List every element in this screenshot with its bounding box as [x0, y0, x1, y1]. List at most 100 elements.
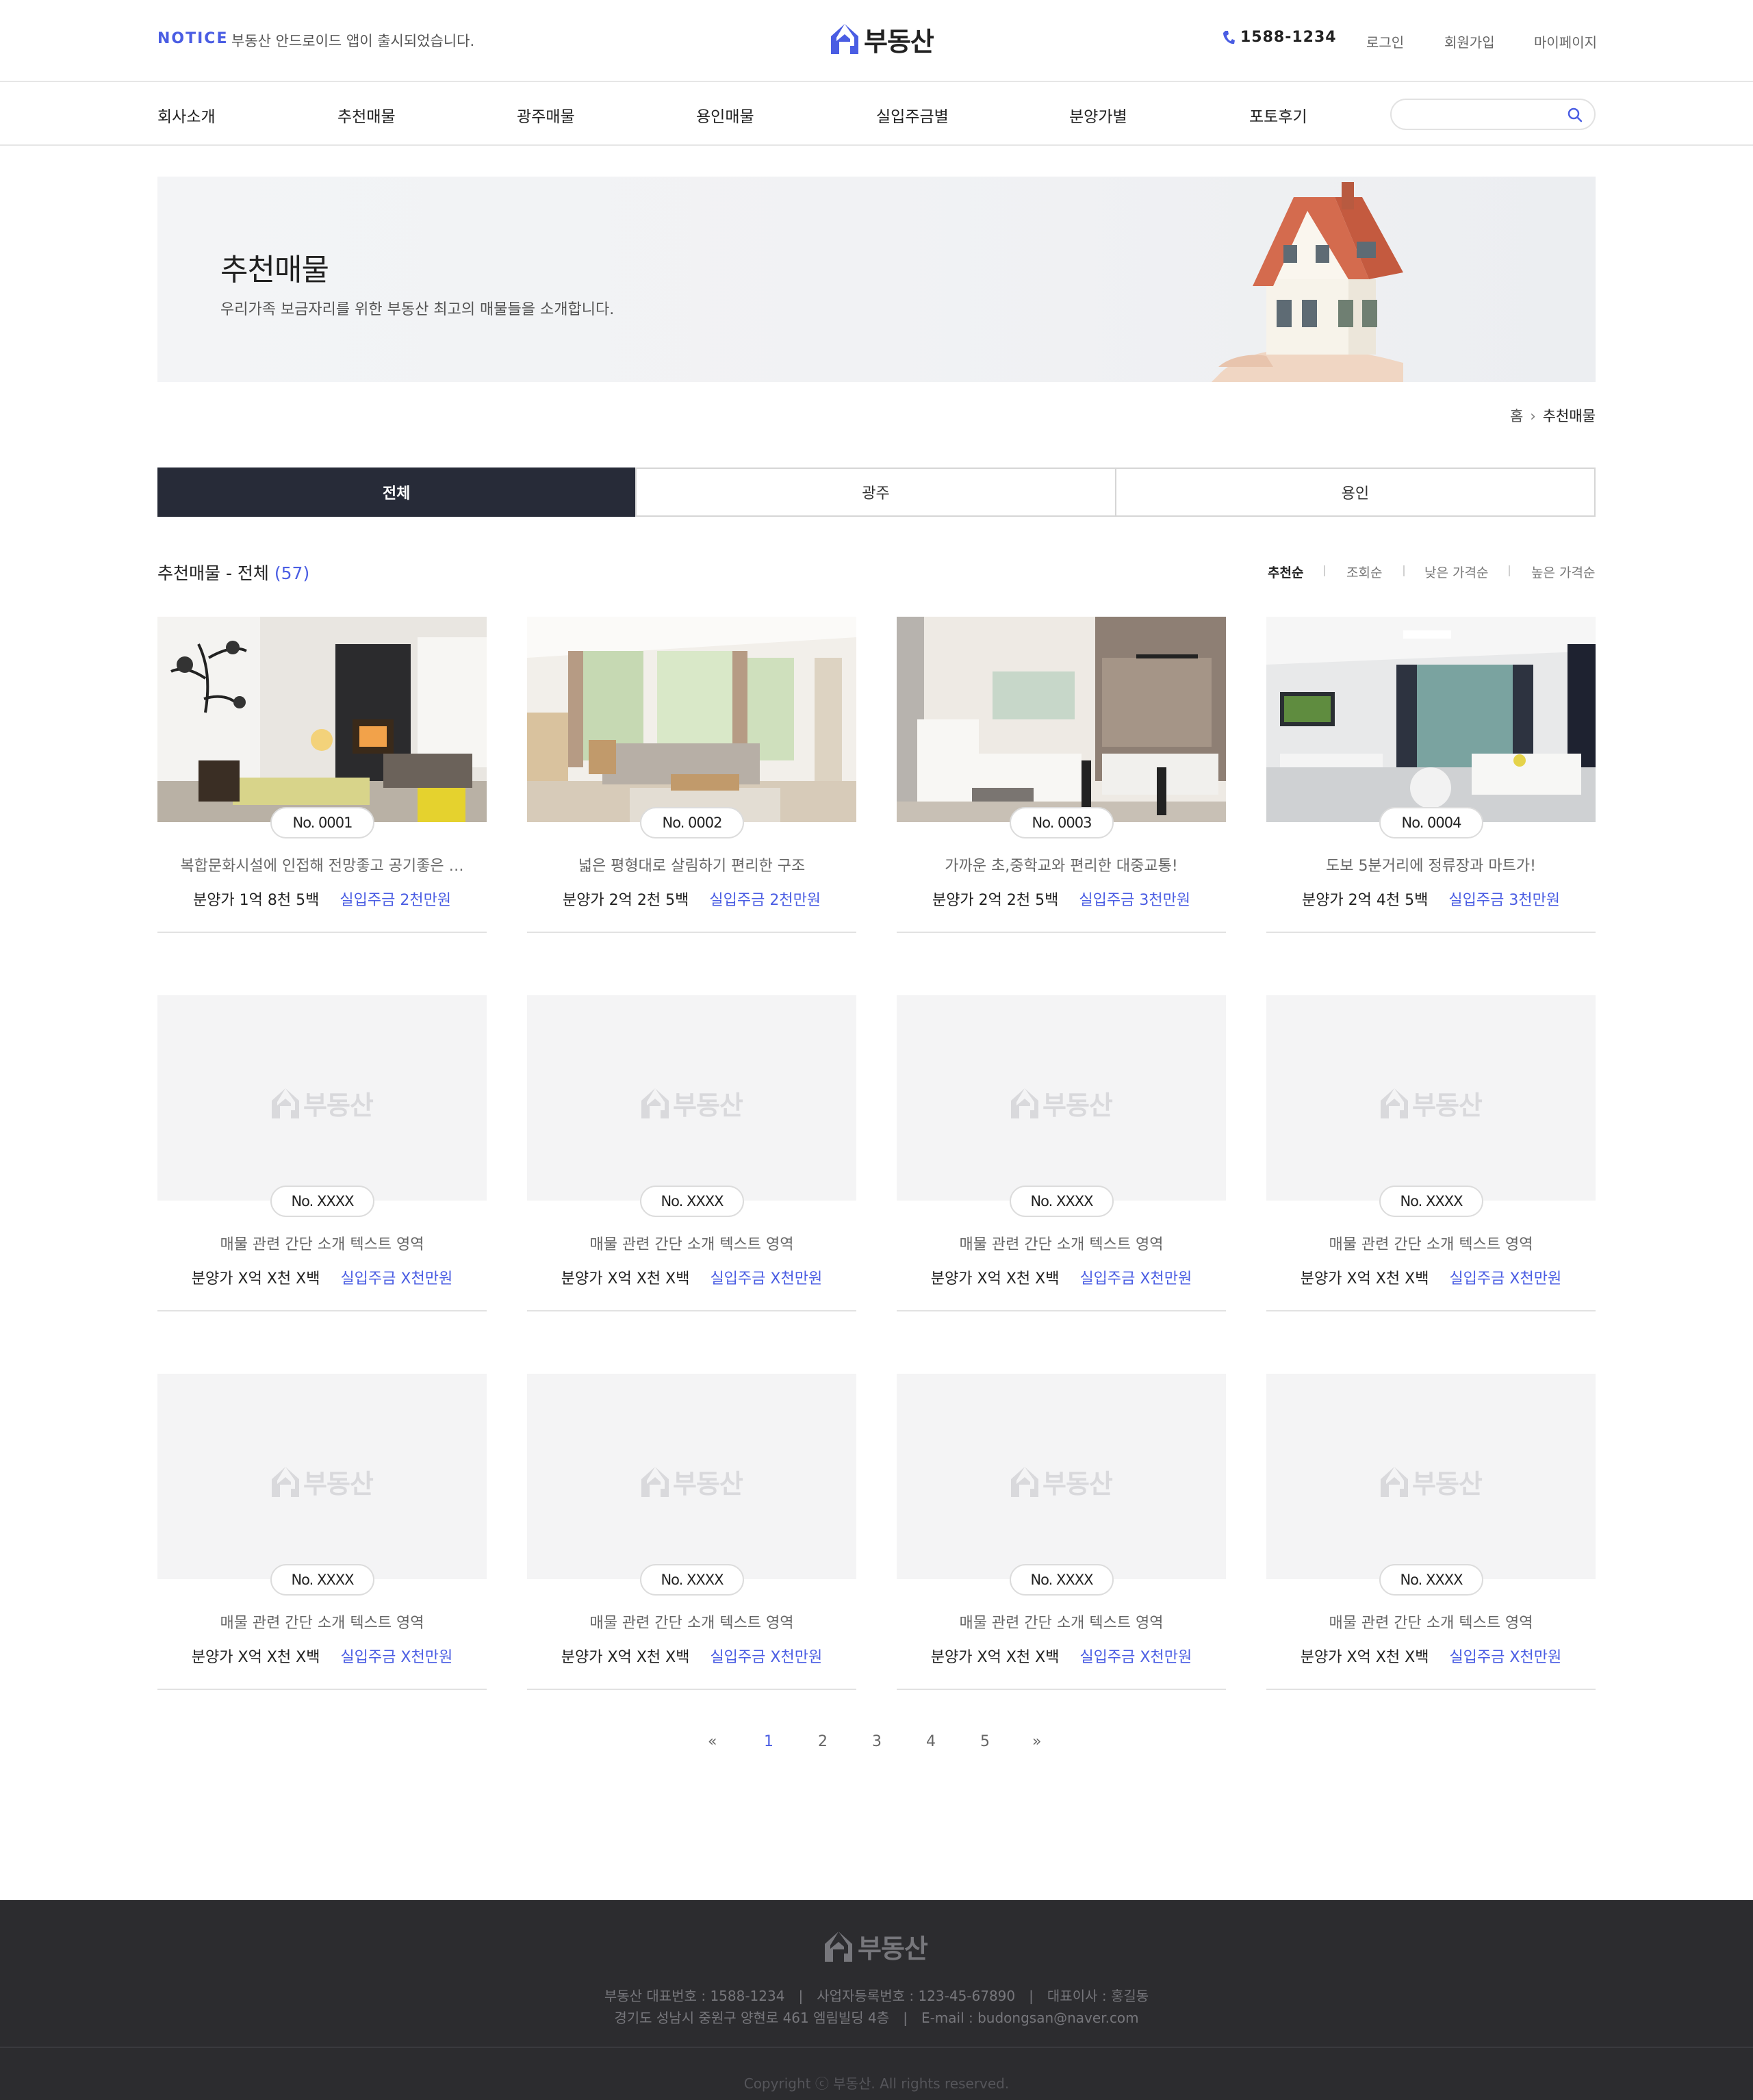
main-nav: 회사소개 추천매물 광주매물 용인매물 실입주금별 분양가별 포토후기 — [0, 83, 1753, 146]
property-number: No. 0004 — [1379, 807, 1483, 838]
nav-item-by-deposit[interactable]: 실입주금별 — [876, 103, 949, 127]
property-card[interactable]: 부동산 No. XXXX 매물 관련 간단 소개 텍스트 영역 분양가 X억 X… — [157, 1374, 487, 1690]
property-price: 분양가 2억 2천 5백 실입주금 2천만원 — [527, 888, 856, 910]
property-card[interactable]: 부동산 No. XXXX 매물 관련 간단 소개 텍스트 영역 분양가 X억 X… — [897, 1374, 1226, 1690]
move-in-deposit: 실입주금 X천만원 — [1079, 1649, 1192, 1666]
nav-item-by-price[interactable]: 분양가별 — [1069, 103, 1127, 127]
move-in-deposit: 실입주금 2천만원 — [709, 892, 821, 909]
property-number: No. XXXX — [1379, 1186, 1483, 1217]
property-card[interactable]: No. 0001 복합문화시설에 인접해 전망좋고 공기좋은 … 분양가 1억 … — [157, 617, 487, 933]
property-price: 분양가 X억 X천 X백 실입주금 X천만원 — [527, 1645, 856, 1667]
nav-item-photo-review[interactable]: 포토후기 — [1249, 103, 1307, 127]
nav-item-company[interactable]: 회사소개 — [157, 103, 216, 127]
sort-price-high[interactable]: 높은 가격순 — [1531, 563, 1595, 581]
property-photo-placeholder: 부동산 — [527, 1374, 856, 1579]
property-price: 분양가 X억 X천 X백 실입주금 X천만원 — [1266, 1645, 1596, 1667]
breadcrumb-current: 추천매물 — [1542, 408, 1596, 424]
footer-separator — [0, 2047, 1753, 2048]
search-input[interactable] — [1404, 105, 1561, 123]
nav-item-yongin[interactable]: 용인매물 — [696, 103, 754, 127]
placeholder-logo-text: 부동산 — [303, 1469, 374, 1499]
sale-price: 분양가 X억 X천 X백 — [191, 1270, 320, 1288]
sale-price: 분양가 X억 X천 X백 — [930, 1649, 1060, 1666]
property-description: 가까운 초,중학교와 편리한 대중교통! — [945, 858, 1178, 875]
property-price: 분양가 X억 X천 X백 실입주금 X천만원 — [897, 1645, 1226, 1667]
tab-gwangju[interactable]: 광주 — [637, 469, 1116, 515]
move-in-deposit: 실입주금 X천만원 — [1449, 1649, 1562, 1666]
sort-views[interactable]: 조회순 — [1346, 563, 1382, 581]
pagination-page-3[interactable]: 3 — [872, 1733, 882, 1750]
pagination-page-1[interactable]: 1 — [764, 1733, 773, 1750]
property-price: 분양가 X억 X천 X백 실입주금 X천만원 — [527, 1266, 856, 1288]
footer-email[interactable]: E-mail : budongsan@naver.com — [921, 2010, 1139, 2026]
placeholder-logo: 부동산 — [270, 1084, 374, 1122]
tab-yongin[interactable]: 용인 — [1116, 469, 1594, 515]
move-in-deposit: 실입주금 X천만원 — [710, 1649, 823, 1666]
property-card[interactable]: 부동산 No. XXXX 매물 관련 간단 소개 텍스트 영역 분양가 X억 X… — [527, 1374, 856, 1690]
sale-price: 분양가 X억 X천 X백 — [191, 1649, 320, 1666]
breadcrumb: 홈 › 추천매물 — [1499, 405, 1596, 426]
property-card[interactable]: 부동산 No. XXXX 매물 관련 간단 소개 텍스트 영역 분양가 X억 X… — [897, 995, 1226, 1311]
move-in-deposit: 실입주금 X천만원 — [1079, 1270, 1192, 1288]
sort-price-low[interactable]: 낮은 가격순 — [1424, 563, 1488, 581]
placeholder-logo-text: 부동산 — [303, 1090, 374, 1121]
sort-recommended[interactable]: 추천순 — [1268, 563, 1303, 581]
footer-biz-no: 사업자등록번호 : 123-45-67890 — [817, 1988, 1016, 2004]
footer-rep-phone: 부동산 대표번호 : 1588-1234 — [604, 1988, 785, 2004]
property-description: 매물 관련 간단 소개 텍스트 영역 — [959, 1236, 1164, 1253]
property-number: No. XXXX — [640, 1186, 744, 1217]
search-icon[interactable] — [1567, 107, 1583, 123]
property-card[interactable]: 부동산 No. XXXX 매물 관련 간단 소개 텍스트 영역 분양가 X억 X… — [1266, 995, 1596, 1311]
property-description: 매물 관련 간단 소개 텍스트 영역 — [220, 1236, 424, 1253]
placeholder-logo-text: 부동산 — [1042, 1469, 1113, 1499]
house-logo-icon — [1011, 1466, 1038, 1497]
property-card[interactable]: No. 0003 가까운 초,중학교와 편리한 대중교통! 분양가 2억 2천 … — [897, 617, 1226, 933]
move-in-deposit: 실입주금 3천만원 — [1448, 892, 1561, 909]
placeholder-logo-text: 부동산 — [1042, 1090, 1113, 1121]
tab-all[interactable]: 전체 — [157, 468, 637, 517]
property-price: 분양가 2억 4천 5백 실입주금 3천만원 — [1266, 888, 1596, 910]
house-logo-icon — [641, 1088, 669, 1118]
property-description: 매물 관련 간단 소개 텍스트 영역 — [589, 1236, 794, 1253]
placeholder-logo-text: 부동산 — [1412, 1090, 1483, 1121]
property-photo-placeholder: 부동산 — [1266, 1374, 1596, 1579]
sale-price: 분양가 2억 4천 5백 — [1301, 892, 1429, 909]
breadcrumb-home[interactable]: 홈 — [1510, 408, 1523, 424]
property-card[interactable]: 부동산 No. XXXX 매물 관련 간단 소개 텍스트 영역 분양가 X억 X… — [527, 995, 856, 1311]
mypage-link[interactable]: 마이페이지 — [1534, 31, 1597, 51]
signup-link[interactable]: 회원가입 — [1444, 31, 1495, 51]
placeholder-logo: 부동산 — [1379, 1463, 1483, 1500]
phone-icon — [1223, 30, 1235, 44]
pagination-prev-icon[interactable]: « — [708, 1733, 717, 1750]
property-photo — [157, 617, 487, 822]
property-price: 분양가 1억 8천 5백 실입주금 2천만원 — [157, 888, 487, 910]
pagination-next-icon[interactable]: » — [1032, 1733, 1041, 1750]
sale-price: 분양가 X억 X천 X백 — [1300, 1270, 1429, 1288]
property-card[interactable]: 부동산 No. XXXX 매물 관련 간단 소개 텍스트 영역 분양가 X억 X… — [157, 995, 487, 1311]
page-banner: 추천매물 우리가족 보금자리를 위한 부동산 최고의 매물들을 소개합니다. — [157, 177, 1596, 382]
move-in-deposit: 실입주금 2천만원 — [340, 892, 452, 909]
house-logo-icon — [825, 1931, 852, 1962]
site-footer: 부동산 부동산 대표번호 : 1588-1234 | 사업자등록번호 : 123-4… — [0, 1900, 1753, 2100]
login-link[interactable]: 로그인 — [1366, 31, 1404, 51]
pagination-page-2[interactable]: 2 — [818, 1733, 828, 1750]
sale-price: 분양가 1억 8천 5백 — [192, 892, 320, 909]
house-logo-icon — [272, 1466, 299, 1497]
nav-item-gwangju[interactable]: 광주매물 — [517, 103, 575, 127]
site-logo[interactable]: 부동산 — [830, 21, 934, 57]
placeholder-logo-text: 부동산 — [673, 1090, 743, 1121]
pagination-page-4[interactable]: 4 — [926, 1733, 936, 1750]
pagination-page-5[interactable]: 5 — [980, 1733, 990, 1750]
property-card[interactable]: No. 0002 넓은 평형대로 살림하기 편리한 구조 분양가 2억 2천 5… — [527, 617, 856, 933]
footer-divider: | — [1029, 1988, 1034, 2004]
placeholder-logo: 부동산 — [640, 1463, 743, 1500]
property-card[interactable]: 부동산 No. XXXX 매물 관련 간단 소개 텍스트 영역 분양가 X억 X… — [1266, 1374, 1596, 1690]
footer-logo-text: 부동산 — [858, 1934, 928, 1964]
notice-text[interactable]: 부동산 안드로이드 앱이 출시되었습니다. — [231, 30, 474, 51]
phone-text: 1588-1234 — [1240, 29, 1337, 46]
sort-divider — [1324, 565, 1325, 576]
property-description: 매물 관련 간단 소개 텍스트 영역 — [959, 1615, 1164, 1632]
nav-item-recommended[interactable]: 추천매물 — [337, 103, 396, 127]
footer-copyright: Copyright ⓒ 부동산. All rights reserved. — [743, 2075, 1010, 2092]
property-card[interactable]: No. 0004 도보 5분거리에 정류장과 마트가! 분양가 2억 4천 5백… — [1266, 617, 1596, 933]
